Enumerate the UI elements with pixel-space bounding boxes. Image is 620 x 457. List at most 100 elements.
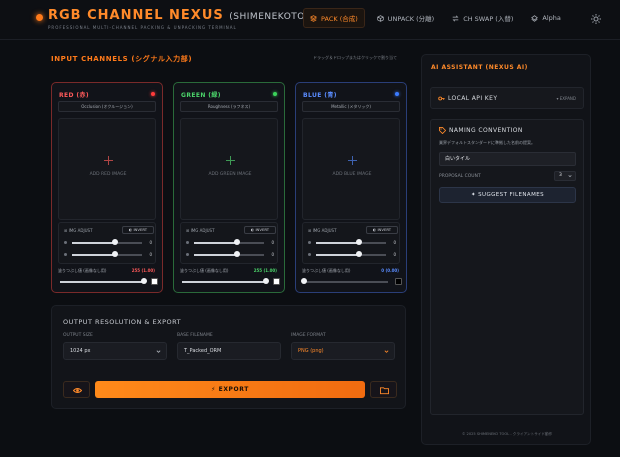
slider-fill (72, 242, 116, 244)
app-tagline: PROFESSIONAL MULTI-CHANNEL PACKING & UNP… (48, 25, 237, 30)
tab-ch-swap[interactable]: CH SWAP (入替) (446, 8, 519, 28)
status-led (151, 92, 155, 96)
channel-card-green: GREEN (緑) Roughness (ラフネス) ADD GREEN IMA… (173, 82, 285, 293)
img-adjust-panel: ⊞ IMG ADJUST ◐ INVERT 0 0 (302, 222, 400, 264)
fill-value-label: 塗りつぶし値 (画像なし用) (58, 268, 107, 273)
image-format-value: PNG (png) (298, 348, 324, 354)
slider-value: 0 (271, 252, 274, 257)
bolt-icon: ⚡ (211, 386, 216, 393)
slider-knob[interactable] (141, 278, 147, 284)
suggest-filenames-button[interactable]: ✦ SUGGEST FILENAMES (439, 187, 576, 203)
fill-value-slider[interactable] (180, 278, 280, 286)
output-panel: OUTPUT RESOLUTION & EXPORT OUTPUT SIZE 1… (51, 305, 406, 409)
invert-button-label: INVERT (377, 227, 392, 232)
expand-toggle[interactable]: ▾ EXPAND (556, 96, 576, 101)
box-icon (377, 14, 384, 22)
naming-convention-section: NAMING CONVENTION 業界デフォルトスタンダードに準拠した名前の提… (430, 119, 584, 415)
naming-convention-title: NAMING CONVENTION (449, 127, 523, 134)
image-format-label: IMAGE FORMAT (291, 333, 326, 338)
preview-button[interactable] (63, 381, 90, 398)
slider-fill (182, 281, 266, 283)
fill-value-readout: 255 (1.00) (253, 268, 277, 273)
invert-button[interactable]: ◐ INVERT (244, 226, 276, 234)
layers-icon (531, 14, 539, 22)
slider-value: 0 (149, 252, 152, 257)
invert-button-label: INVERT (255, 227, 270, 232)
slider-knob[interactable] (234, 251, 241, 257)
drop-label: ADD BLUE IMAGE (332, 172, 372, 177)
status-led (273, 92, 277, 96)
tab-ch-swap-label: CH SWAP (入替) (463, 15, 514, 23)
drop-label: ADD GREEN IMAGE (208, 172, 252, 177)
tab-unpack[interactable]: UNPACK (分離) (371, 8, 440, 28)
slider-knob[interactable] (356, 239, 363, 245)
image-format-select[interactable]: PNG (png) (291, 342, 395, 360)
plus-icon (348, 156, 357, 165)
chevron-down-icon (568, 175, 572, 178)
channel-card-red: RED (赤) Occlusion (オクルージョン) ADD RED IMAG… (51, 82, 163, 293)
export-button[interactable]: ⚡ EXPORT (95, 381, 365, 398)
slider-knob[interactable] (301, 278, 307, 284)
naming-prompt-input[interactable]: 白いタイル (439, 152, 576, 166)
image-drop-zone[interactable]: ADD GREEN IMAGE (180, 118, 278, 220)
slider-fill (316, 254, 360, 256)
contrast-slider[interactable]: 0 (64, 251, 152, 259)
image-drop-zone[interactable]: ADD BLUE IMAGE (302, 118, 400, 220)
output-title: OUTPUT RESOLUTION & EXPORT (63, 318, 182, 326)
tag-icon (439, 127, 446, 134)
plus-icon (104, 156, 113, 165)
proposal-count-select[interactable]: 3 (554, 171, 576, 181)
invert-button[interactable]: ◐ INVERT (122, 226, 154, 234)
drop-label: ADD RED IMAGE (89, 172, 127, 177)
suggest-filenames-label: SUGGEST FILENAMES (478, 192, 544, 198)
channel-card-blue: BLUE (青) Metallic (メタリック) ADD BLUE IMAGE… (295, 82, 407, 293)
contrast-icon (186, 253, 189, 256)
invert-button[interactable]: ◐ INVERT (366, 226, 398, 234)
image-drop-zone[interactable]: ADD RED IMAGE (58, 118, 156, 220)
slider-knob[interactable] (234, 239, 241, 245)
channel-title: RED (赤) (59, 92, 90, 99)
open-folder-button[interactable] (370, 381, 397, 398)
img-adjust-label: ⊞ IMG ADJUST (186, 228, 215, 233)
contrast-slider[interactable]: 0 (308, 251, 396, 259)
brightness-slider[interactable]: 0 (186, 239, 274, 247)
slider-fill (72, 254, 116, 256)
sun-icon (308, 241, 311, 244)
tab-alpha[interactable]: Alpha (525, 8, 566, 28)
tab-pack[interactable]: PACK (合成) (303, 8, 365, 28)
fill-value-label: 塗りつぶし値 (画像なし用) (180, 268, 229, 273)
app-header: RGB CHANNEL NEXUS (SHIMENEKOTOOL) PROFES… (0, 0, 620, 40)
tab-alpha-label: Alpha (542, 14, 561, 22)
eye-icon (73, 388, 82, 393)
slider-value: 0 (393, 240, 396, 245)
fill-color-swatch (151, 278, 158, 285)
fill-value-slider[interactable] (301, 278, 402, 286)
slider-knob[interactable] (112, 239, 119, 245)
slider-fill (194, 254, 238, 256)
fill-value-slider[interactable] (58, 278, 158, 286)
channel-preset-select[interactable]: Roughness (ラフネス) (180, 101, 278, 112)
slider-track (304, 281, 388, 283)
sparkle-icon: ✦ (470, 192, 476, 198)
brightness-slider[interactable]: 0 (64, 239, 152, 247)
channel-preset-select[interactable]: Metallic (メタリック) (302, 101, 400, 112)
output-size-select[interactable]: 1024 px (63, 342, 167, 360)
base-filename-input[interactable]: T_Packed_ORM (177, 342, 281, 360)
slider-value: 0 (271, 240, 274, 245)
img-adjust-label-text: IMG ADJUST (190, 228, 215, 233)
slider-knob[interactable] (112, 251, 119, 257)
expand-toggle-label: EXPAND (559, 96, 576, 101)
img-adjust-label: ⊞ IMG ADJUST (64, 228, 93, 233)
input-channels-title: INPUT CHANNELS (シグナル入力部) (51, 55, 193, 63)
img-adjust-label-text: IMG ADJUST (68, 228, 93, 233)
gear-icon[interactable] (590, 13, 602, 25)
brightness-slider[interactable]: 0 (308, 239, 396, 247)
slider-knob[interactable] (356, 251, 363, 257)
slider-knob[interactable] (263, 278, 269, 284)
local-api-key-section[interactable]: LOCAL API KEY ▾ EXPAND (430, 87, 584, 109)
channel-preset-select[interactable]: Occlusion (オクルージョン) (58, 101, 156, 112)
swap-icon (452, 14, 459, 22)
footer-copyright: © 2025 SHIMENEKO TOOL - クライアントサイド動作 (461, 432, 553, 436)
contrast-slider[interactable]: 0 (186, 251, 274, 259)
base-filename-value: T_Packed_ORM (184, 348, 222, 354)
